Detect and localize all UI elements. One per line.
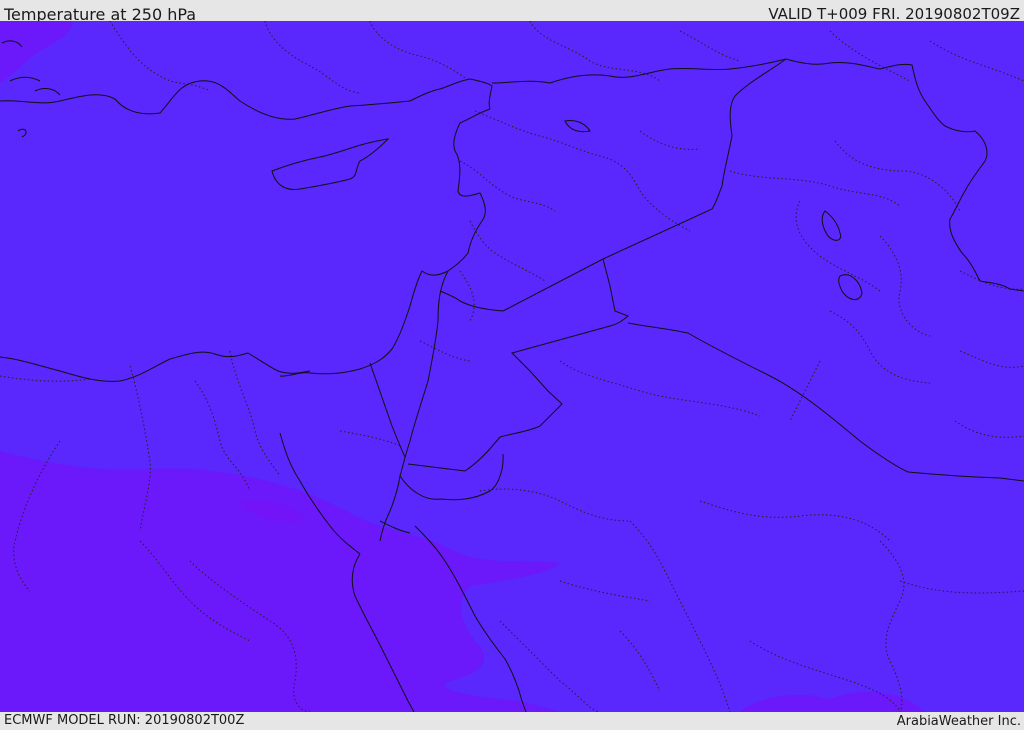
credit-label: ArabiaWeather Inc. [896, 714, 1021, 729]
temperature-map [0, 21, 1024, 712]
footer-bar: ECMWF MODEL RUN: 20190802T00Z ArabiaWeat… [0, 712, 1024, 729]
model-run-label: ECMWF MODEL RUN: 20190802T00Z [4, 713, 245, 728]
header-bar: Temperature at 250 hPa VALID T+009 FRI. … [0, 0, 1024, 24]
